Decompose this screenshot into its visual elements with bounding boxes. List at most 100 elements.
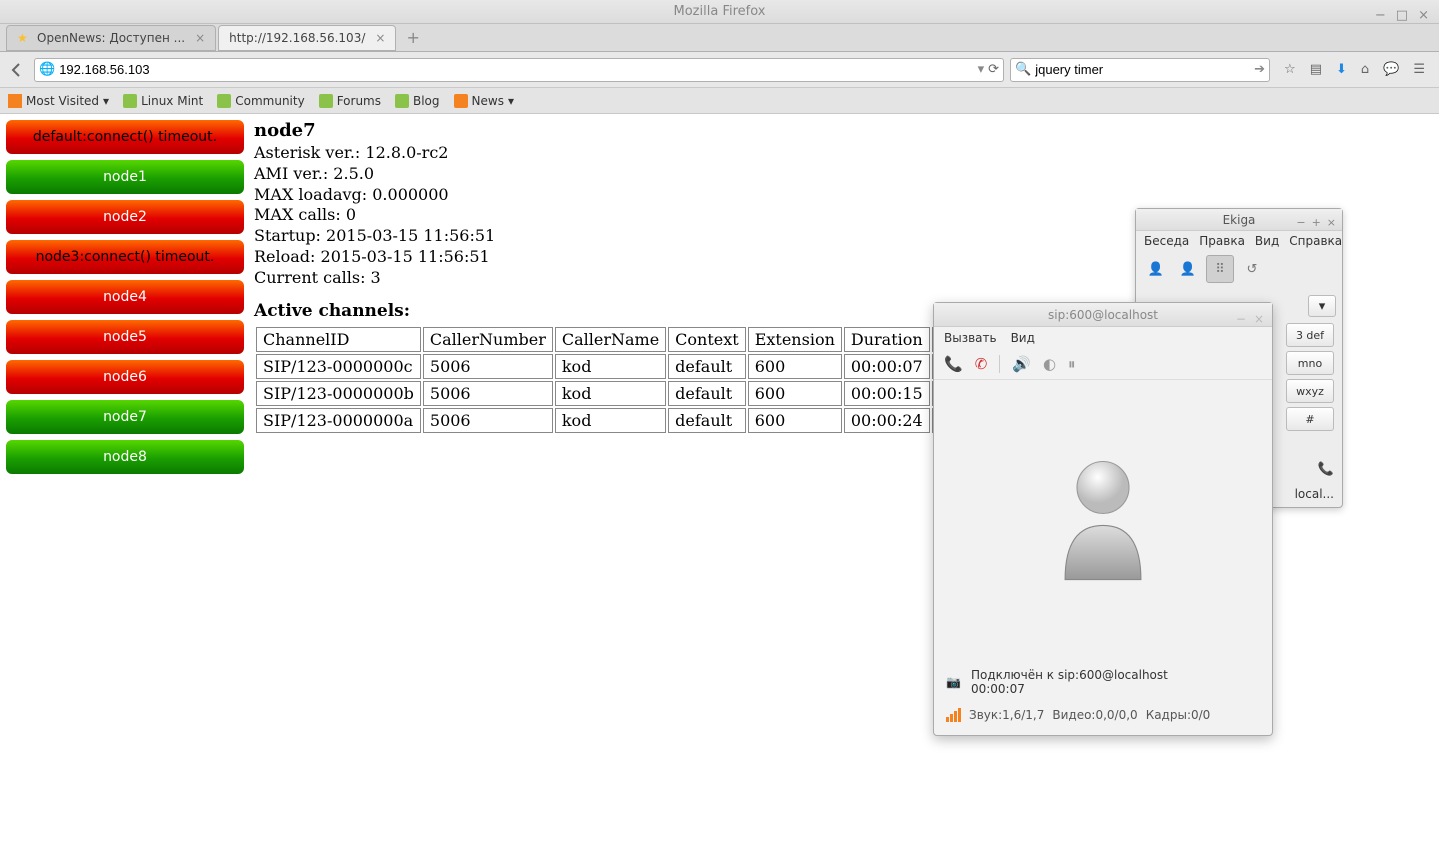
call-toolbar: 📞 ✆ 🔊 ◐ ⏸ <box>934 349 1272 380</box>
bookmark-most-visited[interactable]: Most Visited▾ <box>8 94 109 108</box>
call-menu-view[interactable]: Вид <box>1011 331 1035 345</box>
reload-icon[interactable]: ⟳ <box>988 62 999 77</box>
node-button-0[interactable]: default:connect() timeout. <box>6 120 244 154</box>
node-info: node7 Asterisk ver.: 12.8.0-rc2AMI ver.:… <box>250 114 995 441</box>
table-cell: SIP/123-0000000c <box>256 354 421 379</box>
hangup-icon[interactable]: ✆ <box>975 355 988 373</box>
dropdown-icon[interactable]: ▾ <box>978 62 985 77</box>
search-go-icon[interactable]: ➔ <box>1254 62 1265 77</box>
table-row: SIP/123-0000000c5006koddefault60000:00:0… <box>256 354 989 379</box>
url-input[interactable] <box>59 62 973 77</box>
table-cell: SIP/123-0000000a <box>256 408 421 433</box>
bookmark-star-icon[interactable]: ☆ <box>1284 62 1296 77</box>
table-cell: 5006 <box>423 408 553 433</box>
tab-close-icon[interactable]: × <box>375 31 385 45</box>
node-button-8[interactable]: node8 <box>6 440 244 474</box>
table-header: Context <box>668 327 746 352</box>
ekiga-combo[interactable]: ▾ <box>1308 295 1336 317</box>
url-bar[interactable]: 🌐 ▾ ⟳ <box>34 58 1004 82</box>
node-button-6[interactable]: node6 <box>6 360 244 394</box>
back-button[interactable] <box>6 59 28 81</box>
node-button-4[interactable]: node4 <box>6 280 244 314</box>
bookmarks-toolbar: Most Visited▾ Linux Mint Community Forum… <box>0 88 1439 114</box>
bookmark-linux-mint[interactable]: Linux Mint <box>123 94 203 108</box>
tab-opennews[interactable]: ★ OpenNews: Доступен ... × <box>6 25 216 51</box>
node-button-7[interactable]: node7 <box>6 400 244 434</box>
library-icon[interactable]: ▤ <box>1310 62 1322 77</box>
ekiga-menu-help[interactable]: Справка <box>1289 234 1342 248</box>
downloads-icon[interactable]: ⬇ <box>1336 62 1347 77</box>
call-status: 📷 Подключён к sip:600@localhost 00:00:07 <box>934 660 1272 704</box>
maximize-icon[interactable]: + <box>1312 212 1321 234</box>
ekiga-titlebar[interactable]: Ekiga −+ × <box>1136 209 1342 231</box>
minimize-icon[interactable]: − <box>1296 212 1305 234</box>
chat-icon[interactable]: 💬 <box>1383 62 1399 77</box>
webcam-icon: 📷 <box>946 675 961 689</box>
new-tab-button[interactable]: + <box>398 24 427 51</box>
call-video-area <box>934 380 1272 660</box>
bookmark-community[interactable]: Community <box>217 94 304 108</box>
ekiga-menu-edit[interactable]: Правка <box>1199 234 1245 248</box>
bookmark-forums[interactable]: Forums <box>319 94 381 108</box>
minimize-icon[interactable]: − <box>1236 307 1246 331</box>
stats-frames: Кадры:0/0 <box>1146 708 1211 722</box>
tab-close-icon[interactable]: × <box>195 31 205 45</box>
node-button-3[interactable]: node3:connect() timeout. <box>6 240 244 274</box>
minimize-icon[interactable]: − <box>1375 4 1386 28</box>
window-title: Mozilla Firefox <box>674 4 766 19</box>
close-icon[interactable]: × <box>1327 212 1336 234</box>
globe-icon: 🌐 <box>39 62 55 77</box>
info-lines: Asterisk ver.: 12.8.0-rc2AMI ver.: 2.5.0… <box>254 143 991 289</box>
signal-icon <box>946 708 961 722</box>
call-duration: 00:00:07 <box>971 682 1168 696</box>
menu-icon[interactable]: ☰ <box>1413 62 1425 77</box>
close-icon[interactable]: × <box>1254 307 1264 331</box>
pickup-icon[interactable]: 📞 <box>944 355 963 373</box>
info-title: node7 <box>254 120 991 141</box>
table-cell: 00:00:07 <box>844 354 930 379</box>
search-input[interactable] <box>1035 62 1250 77</box>
home-icon[interactable]: ⌂ <box>1361 62 1369 77</box>
ekiga-status: local... <box>1295 487 1334 501</box>
ekiga-title: Ekiga <box>1223 213 1256 227</box>
node-button-1[interactable]: node1 <box>6 160 244 194</box>
profile-icon[interactable]: 👤 <box>1174 255 1202 283</box>
ekiga-toolbar: 👤 👤 ⠿ ↺ <box>1136 251 1342 287</box>
search-bar[interactable]: 🔍 ➔ <box>1010 58 1270 82</box>
table-cell: 600 <box>748 408 842 433</box>
close-icon[interactable]: × <box>1418 4 1429 28</box>
info-line: Reload: 2015-03-15 11:56:51 <box>254 247 991 268</box>
info-line: MAX loadavg: 0.000000 <box>254 185 991 206</box>
call-menu-call[interactable]: Вызвать <box>944 331 997 345</box>
history-icon[interactable]: ↺ <box>1238 255 1266 283</box>
speaker-icon[interactable]: 🔊 <box>1012 355 1031 373</box>
tab-current[interactable]: http://192.168.56.103/ × <box>218 25 396 51</box>
ekiga-menubar: Беседа Правка Вид Справка <box>1136 231 1342 251</box>
call-titlebar[interactable]: sip:600@localhost −× <box>934 303 1272 327</box>
ekiga-menu-chat[interactable]: Беседа <box>1144 234 1189 248</box>
node-button-2[interactable]: node2 <box>6 200 244 234</box>
call-icon[interactable]: 📞 <box>1318 462 1334 477</box>
contacts-icon[interactable]: 👤 <box>1142 255 1170 283</box>
bookmark-news[interactable]: News▾ <box>454 94 514 108</box>
call-stats: Звук:1,6/1,7 Видео:0,0/0,0 Кадры:0/0 <box>934 704 1272 730</box>
maximize-icon[interactable]: □ <box>1396 4 1408 28</box>
keypad-9[interactable]: wxyz <box>1286 379 1334 403</box>
dialpad-icon[interactable]: ⠿ <box>1206 255 1234 283</box>
hold-icon[interactable]: ◐ <box>1043 355 1056 373</box>
ekiga-menu-view[interactable]: Вид <box>1255 234 1279 248</box>
star-icon: ★ <box>17 31 31 45</box>
keypad-6[interactable]: mno <box>1286 351 1334 375</box>
table-cell: kod <box>555 354 666 379</box>
bookmark-blog[interactable]: Blog <box>395 94 440 108</box>
browser-tabbar: ★ OpenNews: Доступен ... × http://192.16… <box>0 24 1439 52</box>
ekiga-call-window[interactable]: sip:600@localhost −× Вызвать Вид 📞 ✆ 🔊 ◐… <box>933 302 1273 736</box>
node-button-5[interactable]: node5 <box>6 320 244 354</box>
channels-table: ChannelIDCallerNumberCallerNameContextEx… <box>254 325 991 435</box>
rss-icon <box>454 94 468 108</box>
pause-icon[interactable]: ⏸ <box>1068 355 1076 373</box>
keypad-hash[interactable]: # <box>1286 407 1334 431</box>
keypad-3[interactable]: 3 def <box>1286 323 1334 347</box>
tab-label: OpenNews: Доступен ... <box>37 31 185 45</box>
table-header: Duration <box>844 327 930 352</box>
